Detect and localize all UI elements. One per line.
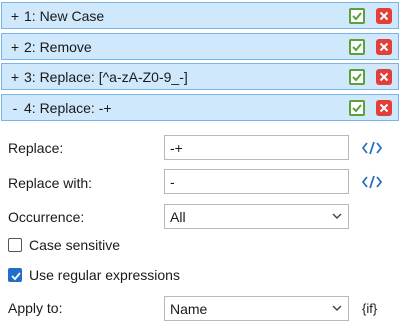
occurrence-select[interactable]: All (164, 204, 349, 229)
apply-to-select[interactable]: Name (164, 296, 349, 321)
step-row-2[interactable]: + 2: Remove (1, 33, 399, 60)
code-icon[interactable] (361, 140, 383, 156)
expand-toggle[interactable]: + (9, 7, 21, 25)
code-icon[interactable] (361, 174, 383, 190)
replace-with-label: Replace with: (8, 175, 93, 191)
step-row-4[interactable]: - 4: Replace: -+ (1, 94, 399, 121)
chevron-down-icon (332, 213, 342, 219)
replace-value: -+ (170, 140, 183, 156)
step-title: 1: New Case (24, 8, 105, 24)
checkmark-icon[interactable] (349, 69, 365, 85)
use-regex-checkbox[interactable] (8, 268, 22, 282)
replace-input[interactable]: -+ (164, 135, 349, 160)
chevron-down-icon (332, 305, 342, 311)
checkmark-icon[interactable] (349, 100, 365, 116)
close-icon[interactable] (376, 69, 392, 85)
close-icon[interactable] (376, 8, 392, 24)
checkmark-icon[interactable] (349, 39, 365, 55)
step-row-1[interactable]: + 1: New Case (1, 2, 399, 29)
use-regex-label[interactable]: Use regular expressions (29, 266, 180, 284)
close-icon[interactable] (376, 100, 392, 116)
close-icon[interactable] (376, 39, 392, 55)
checkmark-icon[interactable] (349, 8, 365, 24)
occurrence-label: Occurrence: (8, 209, 85, 225)
replace-with-input[interactable]: - (164, 169, 349, 194)
case-sensitive-label[interactable]: Case sensitive (29, 236, 120, 254)
expand-toggle[interactable]: + (9, 38, 21, 56)
step-title: 4: Replace: -+ (24, 100, 112, 116)
step-title: 2: Remove (24, 39, 92, 55)
step-title: 3: Replace: [^a-zA-Z0-9_-] (24, 69, 188, 85)
occurrence-value: All (170, 209, 186, 225)
apply-to-label: Apply to: (8, 300, 63, 316)
expand-toggle[interactable]: + (9, 68, 21, 86)
step-row-3[interactable]: + 3: Replace: [^a-zA-Z0-9_-] (1, 63, 399, 90)
case-sensitive-checkbox[interactable] (8, 238, 22, 252)
collapse-toggle[interactable]: - (9, 99, 21, 117)
replace-with-value: - (170, 174, 175, 190)
replace-label: Replace: (8, 140, 64, 156)
checkmark-icon (11, 272, 21, 281)
condition-tag[interactable]: {if} (362, 300, 377, 318)
apply-to-value: Name (170, 301, 208, 317)
